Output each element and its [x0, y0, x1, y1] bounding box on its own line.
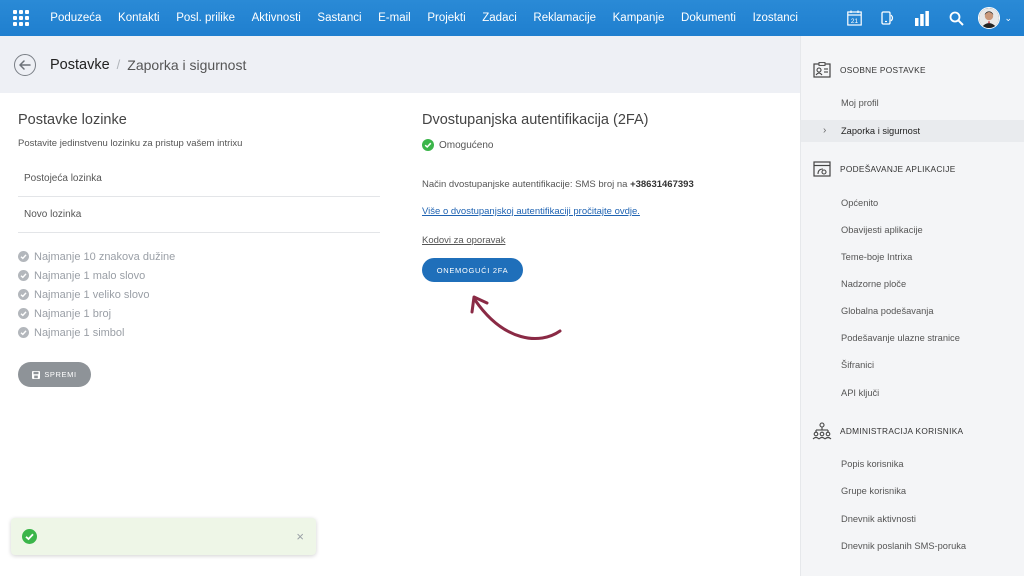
sidebar-item-label: Zaporka i sigurnost	[841, 126, 921, 136]
sidebar-item-zaporka[interactable]: › Zaporka i sigurnost	[801, 120, 1024, 142]
two-factor-title: Dvostupanjska autentifikacija (2FA)	[422, 112, 649, 128]
top-navigation-bar: Poduzeća Kontakti Posl. prilike Aktivnos…	[0, 0, 1024, 36]
breadcrumb-settings[interactable]: Postavke	[50, 57, 110, 73]
two-factor-info-link[interactable]: Više o dvostupanjskoj autentifikaciji pr…	[422, 206, 640, 217]
users-hierarchy-icon	[811, 420, 833, 442]
check-circle-icon	[18, 289, 29, 300]
password-rule-text: Najmanje 1 simbol	[34, 326, 125, 339]
disable-2fa-button[interactable]: ONEMOGUĆI 2FA	[422, 258, 523, 282]
sidebar-header-label: ADMINISTRACIJA KORISNIKA	[840, 426, 964, 436]
bar-chart-icon[interactable]	[906, 0, 938, 36]
settings-sidebar: OSOBNE POSTAVKE Moj profil › Zaporka i s…	[800, 36, 1024, 576]
check-circle-icon	[22, 529, 37, 544]
password-rule: Najmanje 1 broj	[18, 304, 380, 323]
nav-item-izostanci[interactable]: Izostanci	[744, 0, 806, 36]
save-button-label: SPREMI	[44, 370, 77, 379]
nav-item-sastanci[interactable]: Sastanci	[309, 0, 370, 36]
save-button[interactable]: SPREMI	[18, 362, 91, 387]
password-rule: Najmanje 1 malo slovo	[18, 266, 380, 285]
sidebar-item-globalna-podesavanja[interactable]: Globalna podešavanja	[801, 300, 1024, 322]
breadcrumb-separator: /	[116, 57, 121, 72]
password-rule-text: Najmanje 1 malo slovo	[34, 269, 146, 282]
nav-item-email[interactable]: E-mail	[370, 0, 419, 36]
sidebar-header-app: PODEŠAVANJE APLIKACIJE	[801, 157, 1024, 181]
status-text: Omogućeno	[439, 139, 494, 151]
id-card-icon	[811, 59, 833, 81]
password-rule: Najmanje 1 simbol	[18, 323, 380, 342]
sidebar-item-ulazna-stranica[interactable]: Podešavanje ulazne stranice	[801, 327, 1024, 349]
sidebar-item-api-kljuci[interactable]: API ključi	[801, 382, 1024, 404]
check-circle-icon	[18, 308, 29, 319]
nav-item-posl-prilike[interactable]: Posl. prilike	[168, 0, 243, 36]
chevron-right-icon: ›	[823, 125, 827, 136]
page-title: Zaporka i sigurnost	[127, 56, 247, 73]
sidebar-header-label: PODEŠAVANJE APLIKACIJE	[840, 164, 956, 174]
calendar-day: 21	[851, 18, 859, 25]
sidebar-item-moj-profil[interactable]: Moj profil	[801, 92, 1024, 114]
calendar-icon[interactable]: 21	[838, 0, 870, 36]
arrow-left-icon	[19, 59, 31, 70]
nav-item-aktivnosti[interactable]: Aktivnosti	[243, 0, 309, 36]
chevron-down-icon[interactable]: ⌄	[1004, 13, 1012, 24]
page-header: Postavke / Zaporka i sigurnost	[0, 36, 800, 93]
password-rules: Najmanje 10 znakova dužine Najmanje 1 ma…	[18, 247, 380, 342]
search-icon[interactable]	[940, 0, 972, 36]
sidebar-header-personal: OSOBNE POSTAVKE	[801, 58, 1024, 82]
top-right-tools: 21 ⌄	[836, 0, 1012, 36]
two-factor-status: Omogućeno	[422, 139, 782, 151]
close-icon[interactable]: ×	[296, 529, 304, 544]
nav-item-kampanje[interactable]: Kampanje	[604, 0, 672, 36]
two-factor-method: Način dvostupanjske autentifikacije: SMS…	[422, 179, 782, 190]
sidebar-item-opcenito[interactable]: Općenito	[801, 192, 1024, 214]
sidebar-item-teme-boje[interactable]: Teme-boje Intrixa	[801, 246, 1024, 268]
success-toast: ×	[11, 518, 316, 555]
nav-item-kontakti[interactable]: Kontakti	[110, 0, 168, 36]
sidebar-item-obavijesti[interactable]: Obavijesti aplikacije	[801, 219, 1024, 241]
app-window-icon	[811, 158, 833, 180]
nav-item-zadaci[interactable]: Zadaci	[474, 0, 525, 36]
sidebar-item-grupe-korisnika[interactable]: Grupe korisnika	[801, 480, 1024, 502]
check-circle-icon	[18, 270, 29, 281]
password-section-title: Postavke lozinke	[18, 112, 127, 128]
nav-item-poduzeca[interactable]: Poduzeća	[42, 0, 110, 36]
nav-item-dokumenti[interactable]: Dokumenti	[673, 0, 745, 36]
method-text: Način dvostupanjske autentifikacije: SMS…	[422, 179, 628, 190]
password-rule-text: Najmanje 1 broj	[34, 307, 112, 320]
nav-item-reklamacije[interactable]: Reklamacije	[525, 0, 604, 36]
current-password-field[interactable]: Postojeća lozinka	[18, 161, 380, 197]
recovery-codes-link[interactable]: Kodovi za oporavak	[422, 235, 782, 246]
sidebar-header-admin: ADMINISTRACIJA KORISNIKA	[801, 419, 1024, 443]
password-rule-text: Najmanje 1 veliko slovo	[34, 288, 150, 301]
two-factor-section: Dvostupanjska autentifikacija (2FA) Omog…	[422, 112, 782, 282]
password-rule: Najmanje 10 znakova dužine	[18, 247, 380, 266]
check-circle-icon	[18, 251, 29, 262]
nav-item-projekti[interactable]: Projekti	[419, 0, 474, 36]
new-password-field[interactable]: Novo lozinka	[18, 197, 380, 233]
phone-number: +38631467393	[630, 179, 694, 190]
sidebar-header-label: OSOBNE POSTAVKE	[840, 65, 926, 75]
floppy-disk-icon	[32, 370, 41, 379]
sidebar-item-popis-korisnika[interactable]: Popis korisnika	[801, 453, 1024, 475]
password-rule: Najmanje 1 veliko slovo	[18, 285, 380, 304]
phone-icon[interactable]	[872, 0, 904, 36]
check-circle-icon	[18, 327, 29, 338]
main-nav: Poduzeća Kontakti Posl. prilike Aktivnos…	[42, 0, 806, 36]
password-settings-section: Postavke lozinke Postavite jedinstvenu l…	[18, 112, 380, 387]
check-circle-icon	[422, 139, 434, 151]
password-section-subtitle: Postavite jedinstvenu lozinku za pristup…	[18, 138, 243, 149]
password-rule-text: Najmanje 10 znakova dužine	[34, 250, 176, 263]
sidebar-item-dnevnik-sms[interactable]: Dnevnik poslanih SMS-poruka	[801, 535, 1024, 557]
annotation-arrow	[470, 295, 562, 340]
avatar[interactable]	[978, 7, 1001, 29]
back-button[interactable]	[14, 53, 36, 76]
sidebar-item-dnevnik-aktivnosti[interactable]: Dnevnik aktivnosti	[801, 508, 1024, 530]
sidebar-item-sifranici[interactable]: Šifranici	[801, 354, 1024, 376]
apps-grid-icon[interactable]	[0, 0, 42, 36]
sidebar-item-nadzorne-ploce[interactable]: Nadzorne ploče	[801, 273, 1024, 295]
